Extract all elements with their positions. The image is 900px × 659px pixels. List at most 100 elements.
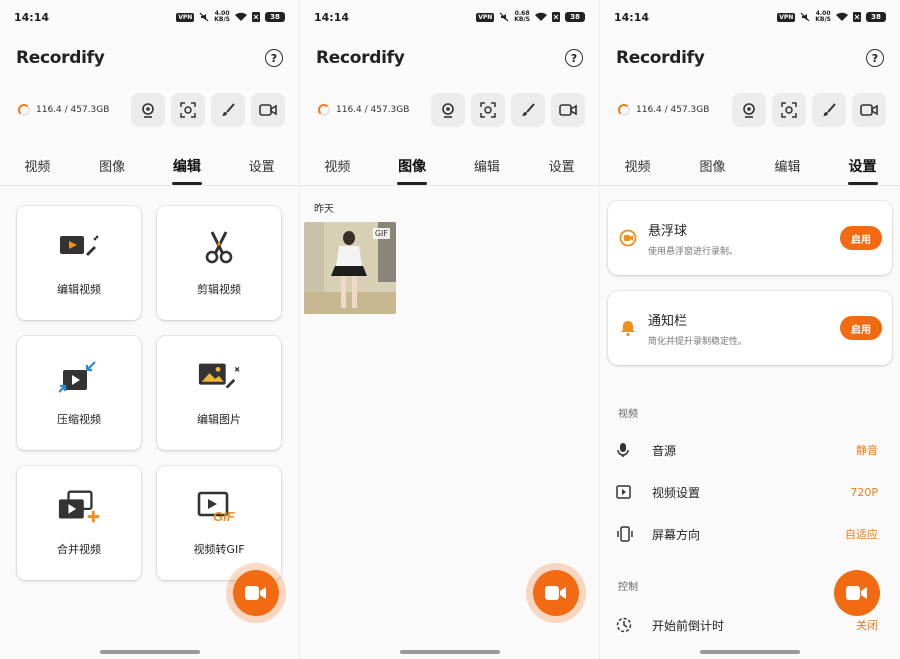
tab-video[interactable]: 视频 xyxy=(300,150,375,185)
storage-ring-icon xyxy=(618,104,630,116)
home-indicator[interactable] xyxy=(100,650,200,654)
camera-button[interactable] xyxy=(732,93,766,127)
screenshot-button[interactable] xyxy=(171,93,205,127)
mute-icon xyxy=(499,12,509,22)
record-button[interactable] xyxy=(251,93,285,127)
merge-video-card[interactable]: 合并视频 xyxy=(17,466,141,580)
screen-settings: 14:14 VPN 4.00 KB/S 38 Recordify ? 116.4 … xyxy=(600,0,900,659)
play-box-icon xyxy=(616,485,638,499)
video-to-gif-icon: GIF xyxy=(197,489,241,525)
audio-source-value: 静音 xyxy=(856,444,878,457)
tab-settings[interactable]: 设置 xyxy=(825,150,900,185)
help-icon[interactable]: ? xyxy=(565,49,583,67)
brush-button[interactable] xyxy=(211,93,245,127)
screenshot-button[interactable] xyxy=(772,93,806,127)
brush-icon xyxy=(222,103,235,116)
trim-video-label: 剪辑视频 xyxy=(197,283,241,296)
webcam-icon xyxy=(142,103,154,118)
status-icons: VPN 4.00 KB/S 38 xyxy=(176,11,285,23)
wifi-icon xyxy=(836,12,848,21)
video-to-gif-card[interactable]: GIF 视频转GIF xyxy=(157,466,281,580)
app-header: Recordify ? xyxy=(16,44,283,72)
float-ball-title: 悬浮球 xyxy=(648,223,688,239)
audio-source-label: 音源 xyxy=(652,443,677,458)
tab-video[interactable]: 视频 xyxy=(600,150,675,185)
edit-image-icon xyxy=(197,359,241,395)
brush-icon xyxy=(522,103,535,116)
video-camera-icon xyxy=(259,104,277,116)
help-icon[interactable]: ? xyxy=(265,49,283,67)
edit-video-card[interactable]: 编辑视频 xyxy=(17,206,141,320)
countdown-label: 开始前倒计时 xyxy=(652,618,725,633)
status-icons: VPN 4.00 KB/S 38 xyxy=(777,11,886,23)
brush-icon xyxy=(823,103,836,116)
float-ball-text: 悬浮球 使用悬浮窗进行录制。 xyxy=(648,220,840,257)
tab-image[interactable]: 图像 xyxy=(75,150,150,185)
home-indicator[interactable] xyxy=(700,650,800,654)
net-speed: 0.68 KB/S xyxy=(514,10,530,23)
edit-video-label: 编辑视频 xyxy=(57,283,101,296)
sim-icon xyxy=(252,12,260,22)
tool-row: 116.4 / 457.3GB xyxy=(318,92,585,128)
tab-edit[interactable]: 编辑 xyxy=(450,150,525,185)
status-bar: 14:14 VPN 4.00 KB/S 38 xyxy=(0,0,299,34)
record-fab[interactable] xyxy=(533,570,579,616)
brush-button[interactable] xyxy=(511,93,545,127)
wifi-icon xyxy=(235,12,247,21)
audio-source-row[interactable]: 音源 静音 xyxy=(616,438,878,462)
record-fab[interactable] xyxy=(233,570,279,616)
sim-icon xyxy=(552,12,560,22)
countdown-value: 关闭 xyxy=(856,619,878,632)
scissors-icon xyxy=(197,229,241,265)
help-icon[interactable]: ? xyxy=(866,49,884,67)
webcam-icon xyxy=(442,103,454,118)
sim-icon xyxy=(853,12,861,22)
battery-icon: 38 xyxy=(565,12,585,22)
record-button[interactable] xyxy=(852,93,886,127)
compress-video-card[interactable]: 压缩视频 xyxy=(17,336,141,450)
notification-subtitle: 简化并提升录制稳定性。 xyxy=(648,336,748,347)
trim-video-card[interactable]: 剪辑视频 xyxy=(157,206,281,320)
tab-edit[interactable]: 编辑 xyxy=(150,150,225,185)
brush-button[interactable] xyxy=(812,93,846,127)
status-time: 14:14 xyxy=(614,10,650,24)
storage-ring-icon xyxy=(318,104,330,116)
camera-button[interactable] xyxy=(131,93,165,127)
record-button[interactable] xyxy=(551,93,585,127)
merge-video-label: 合并视频 xyxy=(57,543,101,556)
tab-image[interactable]: 图像 xyxy=(675,150,750,185)
notification-title: 通知栏 xyxy=(648,313,688,329)
screenshot-icon xyxy=(781,102,797,118)
edit-image-card[interactable]: 编辑图片 xyxy=(157,336,281,450)
screenshot-icon xyxy=(480,102,496,118)
video-settings-label: 视频设置 xyxy=(652,485,701,500)
status-bar: 14:14 VPN 4.00 KB/S 38 xyxy=(600,0,900,34)
mute-icon xyxy=(800,12,810,22)
notification-enable-button[interactable]: 启用 xyxy=(840,316,882,340)
tab-video[interactable]: 视频 xyxy=(0,150,75,185)
tab-edit[interactable]: 编辑 xyxy=(750,150,825,185)
merge-video-icon xyxy=(57,489,101,525)
battery-icon: 38 xyxy=(265,12,285,22)
vpn-icon: VPN xyxy=(476,12,495,22)
notification-text: 通知栏 简化并提升录制稳定性。 xyxy=(648,310,840,347)
screen-orientation-row[interactable]: 屏幕方向 自适应 xyxy=(616,522,878,546)
status-time: 14:14 xyxy=(314,10,350,24)
tab-settings[interactable]: 设置 xyxy=(524,150,599,185)
storage-indicator: 116.4 / 457.3GB xyxy=(618,104,726,116)
storage-text: 116.4 / 457.3GB xyxy=(36,105,110,115)
tab-settings[interactable]: 设置 xyxy=(224,150,299,185)
tab-image[interactable]: 图像 xyxy=(375,150,450,185)
net-speed: 4.00 KB/S xyxy=(815,10,831,23)
app-header: Recordify ? xyxy=(616,44,884,72)
float-ball-enable-button[interactable]: 启用 xyxy=(840,226,882,250)
home-indicator[interactable] xyxy=(400,650,500,654)
camera-button[interactable] xyxy=(431,93,465,127)
webcam-icon xyxy=(743,103,755,118)
storage-ring-icon xyxy=(18,104,30,116)
countdown-row[interactable]: 开始前倒计时 关闭 xyxy=(616,613,878,637)
image-thumbnail[interactable]: GIF xyxy=(304,222,396,314)
video-settings-row[interactable]: 视频设置 720P xyxy=(616,480,878,504)
screenshot-button[interactable] xyxy=(471,93,505,127)
record-fab[interactable] xyxy=(834,570,880,616)
